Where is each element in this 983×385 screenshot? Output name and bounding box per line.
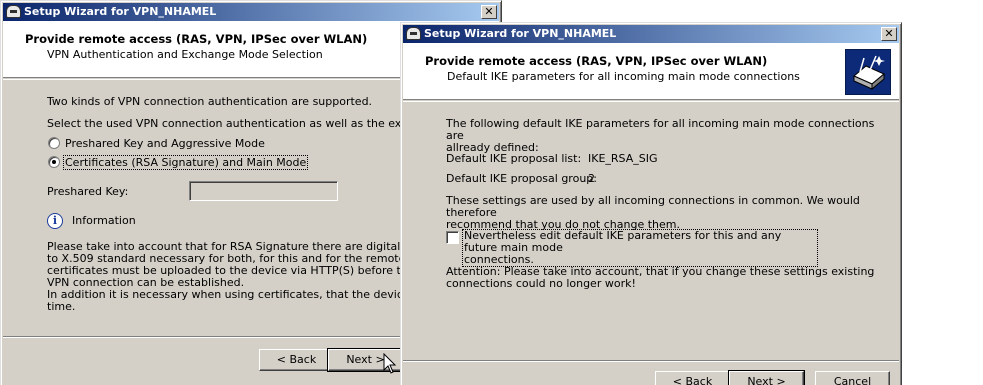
cancel-button[interactable]: Cancel <box>815 371 890 385</box>
wizard-router-icon <box>845 49 891 95</box>
proposal-list-value: IKE_RSA_SIG <box>588 152 658 165</box>
proposal-group-value: 2 <box>588 172 595 185</box>
intro-text: Two kinds of VPN connection authenticati… <box>47 95 373 108</box>
information-icon: i <box>47 213 63 229</box>
close-button[interactable]: ✕ <box>881 27 897 41</box>
wizard-step-title: Provide remote access (RAS, VPN, IPSec o… <box>425 54 768 68</box>
preshared-key-input[interactable] <box>189 181 338 201</box>
wizard-step-subtitle: Default IKE parameters for all incoming … <box>447 70 800 83</box>
proposal-group-label: Default IKE proposal group: <box>446 172 597 185</box>
back-button[interactable]: < Back <box>259 349 334 371</box>
note-line: These settings are used by all incoming … <box>446 194 860 219</box>
radio-label[interactable]: Preshared Key and Aggressive Mode <box>65 137 265 150</box>
app-router-icon <box>406 27 421 40</box>
next-button[interactable]: Next > <box>728 370 805 385</box>
select-prompt: Select the used VPN connection authentic… <box>47 117 456 130</box>
checkbox-label-line[interactable]: Nevertheless edit default IKE parameters… <box>464 230 816 254</box>
proposal-list-label: Default IKE proposal list: <box>446 152 582 165</box>
preshared-key-label: Preshared Key: <box>47 185 129 198</box>
radio-label[interactable]: Certificates (RSA Signature) and Main Mo… <box>63 155 309 170</box>
intro-line: The following default IKE parameters for… <box>446 117 875 142</box>
intro-text: The following default IKE parameters for… <box>446 118 886 154</box>
wizard-step-title: Provide remote access (RAS, VPN, IPSec o… <box>25 32 368 46</box>
back-button[interactable]: < Back <box>655 371 730 385</box>
attention-text: Attention: Please take into account, tha… <box>446 266 886 290</box>
checkbox-box[interactable] <box>446 231 459 244</box>
mouse-cursor-icon <box>383 353 397 374</box>
setup-wizard-window-ike-defaults: Setup Wizard for VPN_NHAMEL ✕ Provide re… <box>400 22 902 385</box>
wizard-step-subtitle: VPN Authentication and Exchange Mode Sel… <box>47 48 323 61</box>
attention-line: connections could no longer work! <box>446 277 636 290</box>
note-text: These settings are used by all incoming … <box>446 195 886 231</box>
window-title: Setup Wizard for VPN_NHAMEL <box>424 27 617 40</box>
footer-divider <box>403 360 899 362</box>
title-bar[interactable]: Setup Wizard for VPN_NHAMEL ✕ <box>403 25 899 43</box>
app-router-icon <box>6 5 21 18</box>
radio-button[interactable] <box>48 137 60 149</box>
close-button[interactable]: ✕ <box>481 5 497 19</box>
radio-button-selected[interactable] <box>48 156 60 168</box>
wizard-header: Provide remote access (RAS, VPN, IPSec o… <box>403 43 899 100</box>
header-divider <box>403 101 899 102</box>
checkbox-label[interactable]: Nevertheless edit default IKE parameters… <box>462 229 818 267</box>
information-heading: Information <box>72 214 136 227</box>
window-title: Setup Wizard for VPN_NHAMEL <box>24 5 217 18</box>
title-bar[interactable]: Setup Wizard for VPN_NHAMEL ✕ <box>3 3 499 21</box>
